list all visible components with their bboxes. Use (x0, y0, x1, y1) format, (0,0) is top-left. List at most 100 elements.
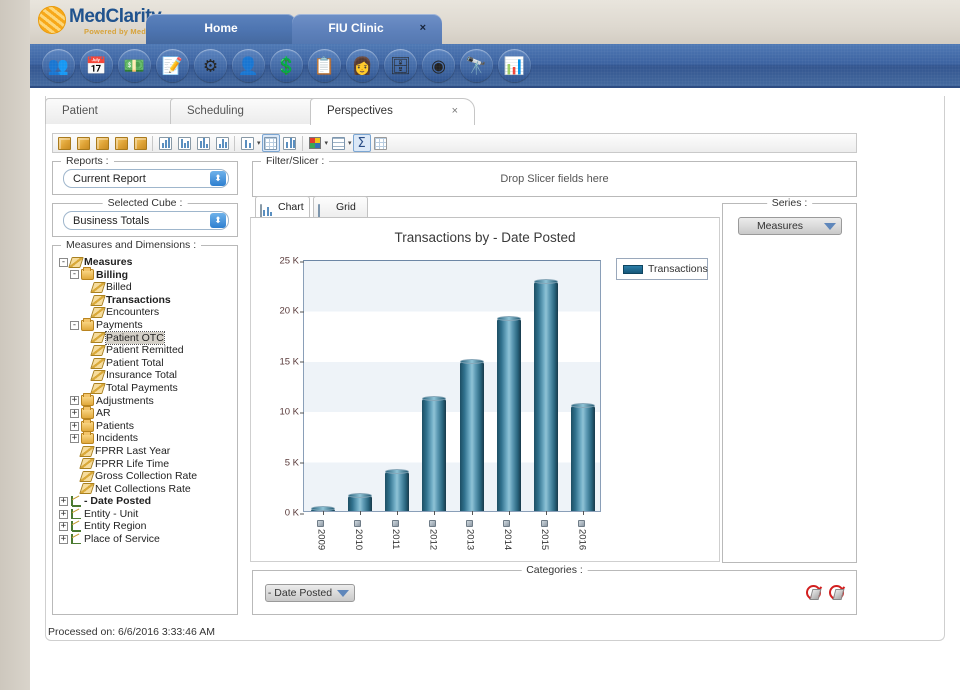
document-check-icon[interactable]: 📝 (156, 49, 189, 82)
tree-node[interactable]: +AR (59, 407, 233, 420)
dollar-globe-icon[interactable]: 💲 (270, 49, 303, 82)
tab-patient[interactable]: Patient (45, 98, 190, 124)
view-tab-grid[interactable]: Grid (313, 196, 368, 218)
chevron-down-icon[interactable]: ⬍ (210, 213, 226, 228)
x-axis-tick-mark (546, 511, 547, 515)
top-tab-fiu-clinic[interactable]: FIU Clinic × (292, 14, 442, 44)
delete-cube-button[interactable] (74, 134, 92, 152)
chevron-down-icon[interactable]: ▾ (257, 139, 261, 147)
bar[interactable] (385, 471, 409, 511)
expand-icon[interactable]: + (70, 396, 79, 405)
user-profile-icon[interactable]: 👤 (232, 49, 265, 82)
dashboard-gauge-icon[interactable]: ◉ (422, 49, 455, 82)
rename-cube-button[interactable] (93, 134, 111, 152)
color-palette-button[interactable] (306, 134, 324, 152)
clipboard-icon[interactable]: 📋 (308, 49, 341, 82)
tree-node[interactable]: +Entity - Unit (59, 508, 233, 521)
sum-aggregate-button[interactable]: Σ (353, 134, 371, 152)
expand-icon[interactable]: + (59, 510, 68, 519)
calendar-icon[interactable]: 📅 (80, 49, 113, 82)
chart-legend[interactable]: Transactions (616, 258, 708, 280)
chart-type-4-button[interactable] (213, 134, 231, 152)
reports-select[interactable]: Current Report ⬍ (63, 169, 229, 188)
settings-gear-icon[interactable]: ⚙ (194, 49, 227, 82)
tree-node[interactable]: Billed (59, 281, 233, 294)
bar[interactable] (422, 398, 446, 511)
top-tab-home[interactable]: Home (146, 14, 296, 44)
axis-scale-button[interactable] (329, 134, 347, 152)
chart-type-1-button[interactable] (156, 134, 174, 152)
cash-icon[interactable]: 💵 (118, 49, 151, 82)
tree-node[interactable]: Transactions (59, 294, 233, 307)
chevron-down-icon[interactable]: ⬍ (210, 171, 226, 186)
tree-node[interactable]: +- Date Posted (59, 495, 233, 508)
close-icon[interactable]: × (420, 14, 426, 43)
collapse-icon[interactable]: - (70, 270, 79, 279)
tree-node[interactable]: Patient Remitted (59, 344, 233, 357)
chevron-down-icon[interactable] (824, 223, 836, 230)
file-cabinet-icon[interactable]: 🗄 (384, 49, 417, 82)
bar[interactable] (348, 495, 372, 511)
tab-perspectives[interactable]: Perspectives × (310, 98, 475, 125)
bar[interactable] (497, 318, 521, 511)
tree-node-label: Gross Collection Rate (95, 470, 197, 482)
expand-icon[interactable]: + (59, 535, 68, 544)
chart-type-2-button[interactable] (175, 134, 193, 152)
measures-tree[interactable]: -Measures-BillingBilledTransactionsEncou… (59, 256, 233, 610)
tree-node[interactable]: FPRR Life Time (59, 458, 233, 471)
filter-slicer-panel[interactable]: Filter/Slicer : Drop Slicer fields here (252, 161, 857, 197)
tree-node[interactable]: Insurance Total (59, 369, 233, 382)
expand-icon[interactable]: + (70, 422, 79, 431)
copy-cube-button[interactable] (131, 134, 149, 152)
bar[interactable] (571, 405, 595, 511)
users-icon[interactable]: 👥 (42, 49, 75, 82)
legend-label-transactions: Transactions (648, 259, 708, 279)
new-cube-button[interactable] (55, 134, 73, 152)
tree-node[interactable]: -Billing (59, 269, 233, 282)
chevron-down-icon[interactable]: ▾ (325, 139, 329, 147)
clear-all-icon[interactable] (829, 585, 844, 600)
x-axis-tick-mark (360, 511, 361, 515)
close-icon[interactable]: × (452, 99, 458, 124)
collapse-icon[interactable]: - (59, 258, 68, 267)
expand-icon[interactable]: + (70, 434, 79, 443)
tree-node[interactable]: FPRR Last Year (59, 445, 233, 458)
remove-filter-icon[interactable] (806, 585, 821, 600)
tree-node[interactable]: +Incidents (59, 432, 233, 445)
cube-select[interactable]: Business Totals ⬍ (63, 211, 229, 230)
support-agent-icon[interactable]: 👩 (346, 49, 379, 82)
tree-node[interactable]: Gross Collection Rate (59, 470, 233, 483)
tree-node[interactable]: -Payments (59, 319, 233, 332)
grid-view-button[interactable] (262, 134, 280, 152)
binoculars-icon[interactable]: 🔭 (460, 49, 493, 82)
save-cube-button[interactable] (112, 134, 130, 152)
series-chip-measures[interactable]: Measures (738, 217, 842, 235)
sort-button[interactable] (372, 134, 390, 152)
measure-icon (79, 458, 95, 469)
expand-icon[interactable]: + (59, 522, 68, 531)
tree-node[interactable]: Patient Total (59, 357, 233, 370)
tree-node[interactable]: Patient OTC (59, 332, 233, 345)
chevron-down-icon[interactable] (337, 590, 349, 597)
tree-node[interactable]: Net Collections Rate (59, 483, 233, 496)
tab-scheduling[interactable]: Scheduling (170, 98, 330, 124)
chart-plot-area[interactable]: 0 K5 K10 K15 K20 K25 K200920102011201220… (303, 260, 601, 512)
tree-node[interactable]: +Entity Region (59, 520, 233, 533)
chart-type-3-button[interactable] (194, 134, 212, 152)
x-axis-tick-mark (472, 511, 473, 515)
processed-on-label: Processed on: 6/6/2016 3:33:46 AM (48, 626, 215, 638)
bar-chart-icon[interactable]: 📊 (498, 49, 531, 82)
chevron-down-icon[interactable]: ▾ (348, 139, 352, 147)
tree-node[interactable]: +Place of Service (59, 533, 233, 546)
bar[interactable] (534, 281, 558, 511)
expand-icon[interactable]: + (70, 409, 79, 418)
export-button[interactable] (238, 134, 256, 152)
x-axis-tick-label: 2009 (316, 520, 327, 550)
collapse-icon[interactable]: - (70, 321, 79, 330)
measures-dimensions-legend: Measures and Dimensions : (61, 239, 201, 251)
view-tab-chart[interactable]: Chart (255, 196, 310, 218)
chart-view-button[interactable] (281, 134, 299, 152)
category-chip-date-posted[interactable]: - Date Posted (265, 584, 355, 602)
expand-icon[interactable]: + (59, 497, 68, 506)
bar[interactable] (460, 361, 484, 511)
